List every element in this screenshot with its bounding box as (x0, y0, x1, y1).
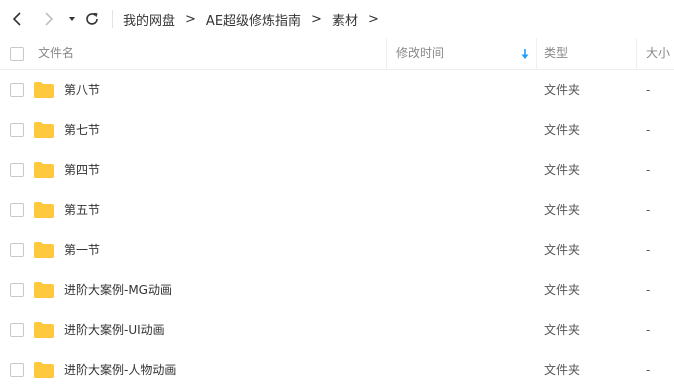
row-checkbox[interactable] (10, 243, 24, 257)
file-size: - (646, 283, 651, 297)
row-checkbox[interactable] (10, 83, 24, 97)
refresh-icon (86, 12, 98, 25)
breadcrumb-item-course[interactable]: AE超级修炼指南 (204, 10, 303, 29)
breadcrumb-item-root[interactable]: 我的网盘 (113, 10, 177, 29)
folder-icon (34, 242, 54, 258)
row-checkbox[interactable] (10, 163, 24, 177)
row-checkbox[interactable] (10, 363, 24, 377)
back-button[interactable] (8, 9, 28, 29)
row-checkbox[interactable] (10, 123, 24, 137)
refresh-button[interactable] (82, 9, 102, 29)
folder-icon (34, 362, 54, 378)
breadcrumb-separator: > (367, 11, 379, 27)
file-name[interactable]: 第一节 (64, 230, 100, 270)
table-row[interactable]: 进阶大案例-MG动画 文件夹 - (0, 270, 674, 310)
column-name[interactable]: 文件名 (38, 38, 74, 69)
column-type[interactable]: 类型 (544, 38, 568, 69)
column-divider[interactable] (386, 38, 387, 69)
table-row[interactable]: 第八节 文件夹 - (0, 70, 674, 110)
file-type: 文件夹 (544, 323, 581, 337)
folder-icon (34, 322, 54, 338)
table-row[interactable]: 进阶大案例-UI动画 文件夹 - (0, 310, 674, 350)
column-modified[interactable]: 修改时间 (396, 38, 444, 69)
forward-button[interactable] (38, 9, 58, 29)
select-all-checkbox[interactable] (10, 47, 24, 61)
file-type: 文件夹 (544, 363, 581, 377)
row-checkbox[interactable] (10, 203, 24, 217)
folder-icon (34, 282, 54, 298)
column-header: 文件名 修改时间 类型 大小 (0, 38, 674, 70)
file-size: - (646, 83, 651, 97)
table-row[interactable]: 第五节 文件夹 - (0, 190, 674, 230)
file-type: 文件夹 (544, 83, 581, 97)
file-type: 文件夹 (544, 283, 581, 297)
file-size: - (646, 163, 651, 177)
file-type: 文件夹 (544, 203, 581, 217)
column-size[interactable]: 大小 (646, 38, 670, 69)
chevron-left-icon (12, 12, 21, 26)
file-name[interactable]: 进阶大案例-人物动画 (64, 350, 176, 390)
file-type: 文件夹 (544, 243, 581, 257)
breadcrumb-item-current[interactable]: 素材 (330, 10, 360, 29)
table-row[interactable]: 第七节 文件夹 - (0, 110, 674, 150)
file-name[interactable]: 进阶大案例-UI动画 (64, 310, 165, 350)
history-dropdown-button[interactable] (62, 9, 82, 29)
folder-icon (34, 162, 54, 178)
column-divider[interactable] (636, 38, 637, 69)
file-name[interactable]: 第五节 (64, 190, 100, 230)
folder-icon (34, 202, 54, 218)
chevron-right-icon (45, 12, 54, 26)
file-name[interactable]: 第七节 (64, 110, 100, 150)
table-row[interactable]: 进阶大案例-人物动画 文件夹 - (0, 350, 674, 390)
column-divider[interactable] (536, 38, 537, 69)
file-name[interactable]: 第四节 (64, 150, 100, 190)
file-size: - (646, 123, 651, 137)
arrow-down-icon[interactable] (520, 48, 530, 60)
file-size: - (646, 363, 651, 377)
breadcrumb: 我的网盘 > AE超级修炼指南 > 素材 > (113, 0, 387, 38)
table-row[interactable]: 第一节 文件夹 - (0, 230, 674, 270)
file-type: 文件夹 (544, 163, 581, 177)
file-size: - (646, 243, 651, 257)
breadcrumb-separator: > (185, 11, 196, 27)
row-checkbox[interactable] (10, 283, 24, 297)
table-row[interactable]: 第四节 文件夹 - (0, 150, 674, 190)
caret-down-icon (69, 17, 75, 21)
folder-icon (34, 82, 54, 98)
folder-icon (34, 122, 54, 138)
file-size: - (646, 323, 651, 337)
breadcrumb-separator: > (311, 11, 322, 27)
row-checkbox[interactable] (10, 323, 24, 337)
file-type: 文件夹 (544, 123, 581, 137)
file-name[interactable]: 第八节 (64, 70, 100, 110)
toolbar: 我的网盘 > AE超级修炼指南 > 素材 > (0, 0, 674, 38)
file-size: - (646, 203, 651, 217)
file-name[interactable]: 进阶大案例-MG动画 (64, 270, 172, 310)
